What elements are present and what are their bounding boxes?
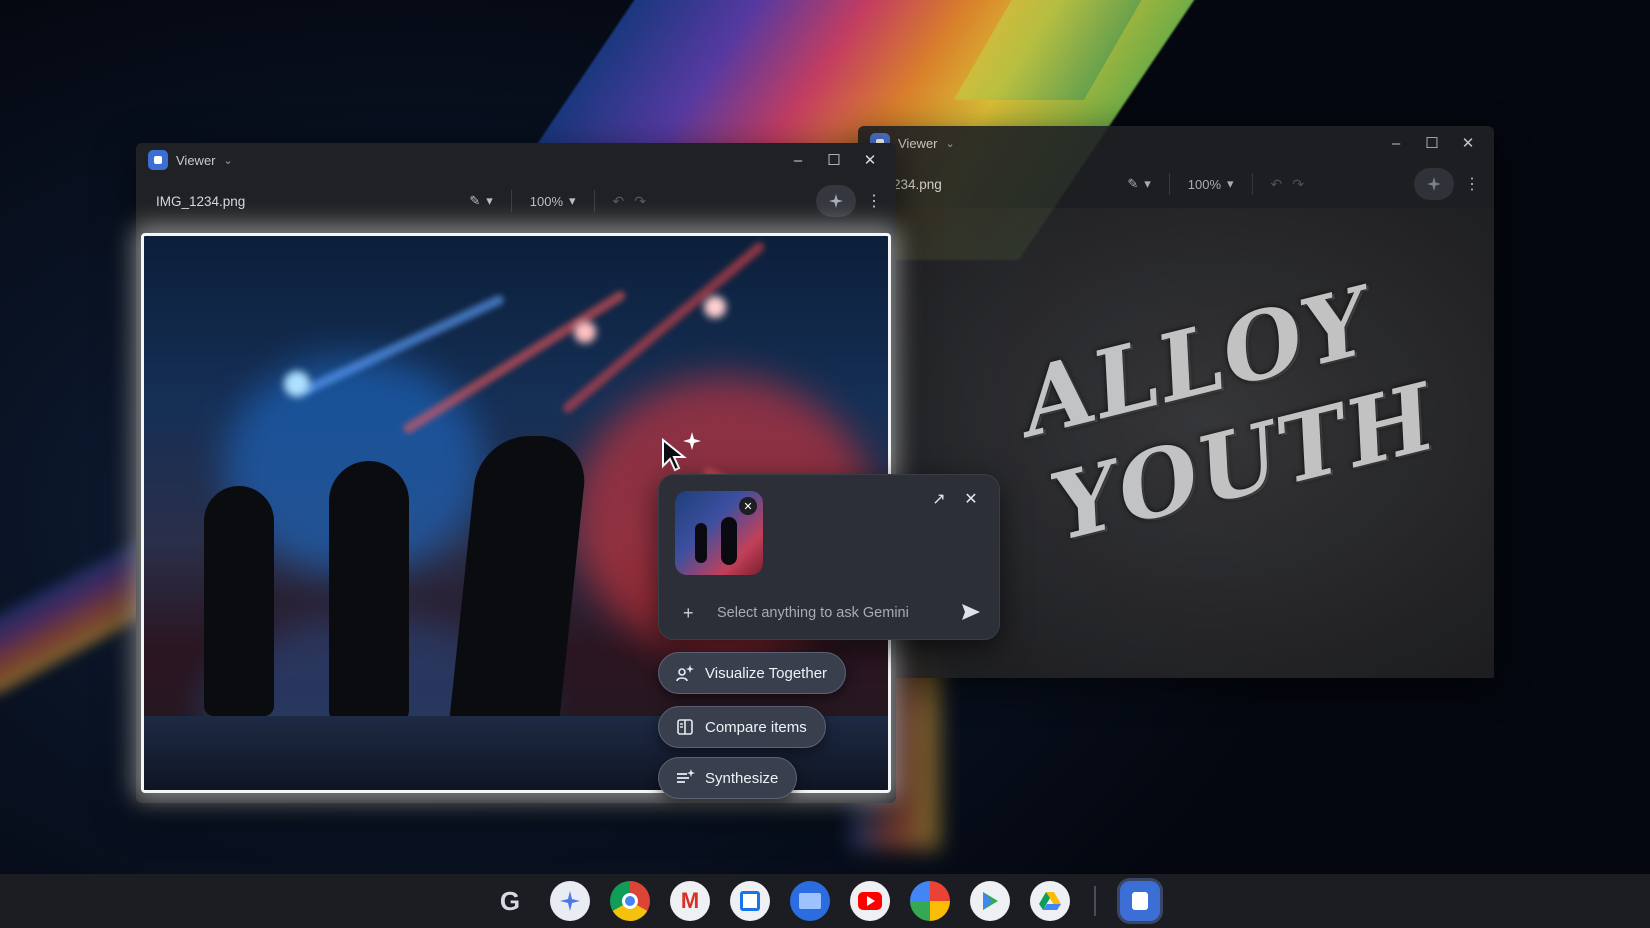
titlebar[interactable]: Viewer ⌄ – ☐ ✕ [858, 126, 1494, 160]
remove-thumbnail-icon[interactable]: ✕ [739, 497, 757, 515]
chevron-down-icon: ▾ [569, 193, 576, 208]
pencil-icon: ✎ [469, 193, 481, 208]
selected-image-thumbnail[interactable]: ✕ [675, 491, 763, 575]
chrome-app-icon[interactable] [610, 881, 650, 921]
more-options-icon[interactable]: ⋮ [866, 191, 882, 211]
gmail-app-icon[interactable]: M [670, 881, 710, 921]
zoom-value: 100% [1187, 176, 1221, 192]
add-attachment-icon[interactable]: + [683, 603, 694, 624]
gemini-sparkle-icon [1427, 177, 1441, 191]
viewer-toolbar: _1234.png ✎ ▾ 100% ▾ ↶ ↷ ⋮ [858, 160, 1494, 208]
gemini-button[interactable] [816, 185, 856, 217]
edit-menu[interactable]: ✎ ▾ [1127, 176, 1150, 192]
undo-icon[interactable]: ↶ [613, 193, 625, 210]
zoom-value: 100% [529, 193, 563, 209]
pencil-icon: ✎ [1127, 176, 1139, 191]
redo-icon[interactable]: ↷ [1292, 176, 1304, 193]
gemini-sparkle-icon [829, 194, 843, 208]
gemini-ask-panel: ✕ ↗ ✕ + Select anything to ask Gemini [658, 474, 1000, 640]
calendar-app-icon[interactable] [730, 881, 770, 921]
undo-icon[interactable]: ↶ [1271, 176, 1283, 193]
gemini-app-icon[interactable] [550, 881, 590, 921]
chevron-down-icon: ▾ [486, 193, 493, 208]
play-store-app-icon[interactable] [970, 881, 1010, 921]
expand-icon[interactable]: ↗ [929, 489, 949, 509]
app-name: Viewer [176, 152, 216, 168]
chevron-down-icon: ▾ [1144, 176, 1151, 191]
drive-app-icon[interactable] [1030, 881, 1070, 921]
close-button[interactable]: ✕ [1454, 131, 1482, 155]
suggestion-synthesize[interactable]: Synthesize [658, 757, 798, 799]
more-options-icon[interactable]: ⋮ [1464, 174, 1480, 194]
viewer-toolbar: IMG_1234.png ✎ ▾ 100% ▾ ↶ ↷ ⋮ [136, 177, 896, 225]
sparkle-people-icon [676, 665, 694, 682]
viewer-app-icon[interactable] [1120, 881, 1160, 921]
file-name: IMG_1234.png [156, 193, 246, 209]
minimize-button[interactable]: – [1382, 131, 1410, 155]
shelf: G M [0, 874, 1650, 928]
compare-icon [677, 719, 693, 735]
chevron-down-icon[interactable]: ⌄ [224, 154, 233, 167]
send-icon[interactable] [961, 603, 981, 621]
chevron-down-icon: ▾ [1227, 176, 1234, 191]
shelf-divider [1094, 886, 1096, 916]
close-button[interactable]: ✕ [856, 148, 884, 172]
minimize-button[interactable]: – [784, 148, 812, 172]
redo-icon[interactable]: ↷ [634, 193, 646, 210]
suggestion-compare-items[interactable]: Compare items [658, 706, 826, 748]
files-app-icon[interactable] [790, 881, 830, 921]
youtube-app-icon[interactable] [850, 881, 890, 921]
titlebar[interactable]: Viewer ⌄ – ☐ ✕ [136, 143, 896, 177]
gemini-button[interactable] [1414, 168, 1454, 200]
zoom-select[interactable]: 100% ▾ [1188, 176, 1234, 192]
synthesize-icon [677, 769, 695, 783]
chevron-down-icon[interactable]: ⌄ [946, 137, 955, 150]
edit-menu[interactable]: ✎ ▾ [469, 193, 492, 209]
launcher-button[interactable]: G [490, 881, 530, 921]
close-icon[interactable]: ✕ [961, 489, 981, 509]
photos-app-icon[interactable] [910, 881, 950, 921]
maximize-button[interactable]: ☐ [820, 148, 848, 172]
ask-gemini-input[interactable]: Select anything to ask Gemini [717, 605, 909, 621]
suggestion-visualize-together[interactable]: Visualize Together [658, 652, 847, 694]
maximize-button[interactable]: ☐ [1418, 131, 1446, 155]
suggestion-label: Compare items [705, 718, 807, 736]
suggestion-label: Visualize Together [705, 664, 828, 682]
zoom-select[interactable]: 100% ▾ [530, 193, 576, 209]
viewer-app-icon [148, 150, 168, 170]
suggestion-label: Synthesize [705, 769, 779, 787]
app-name: Viewer [898, 135, 938, 151]
cursor-sparkle-icon [662, 432, 701, 472]
